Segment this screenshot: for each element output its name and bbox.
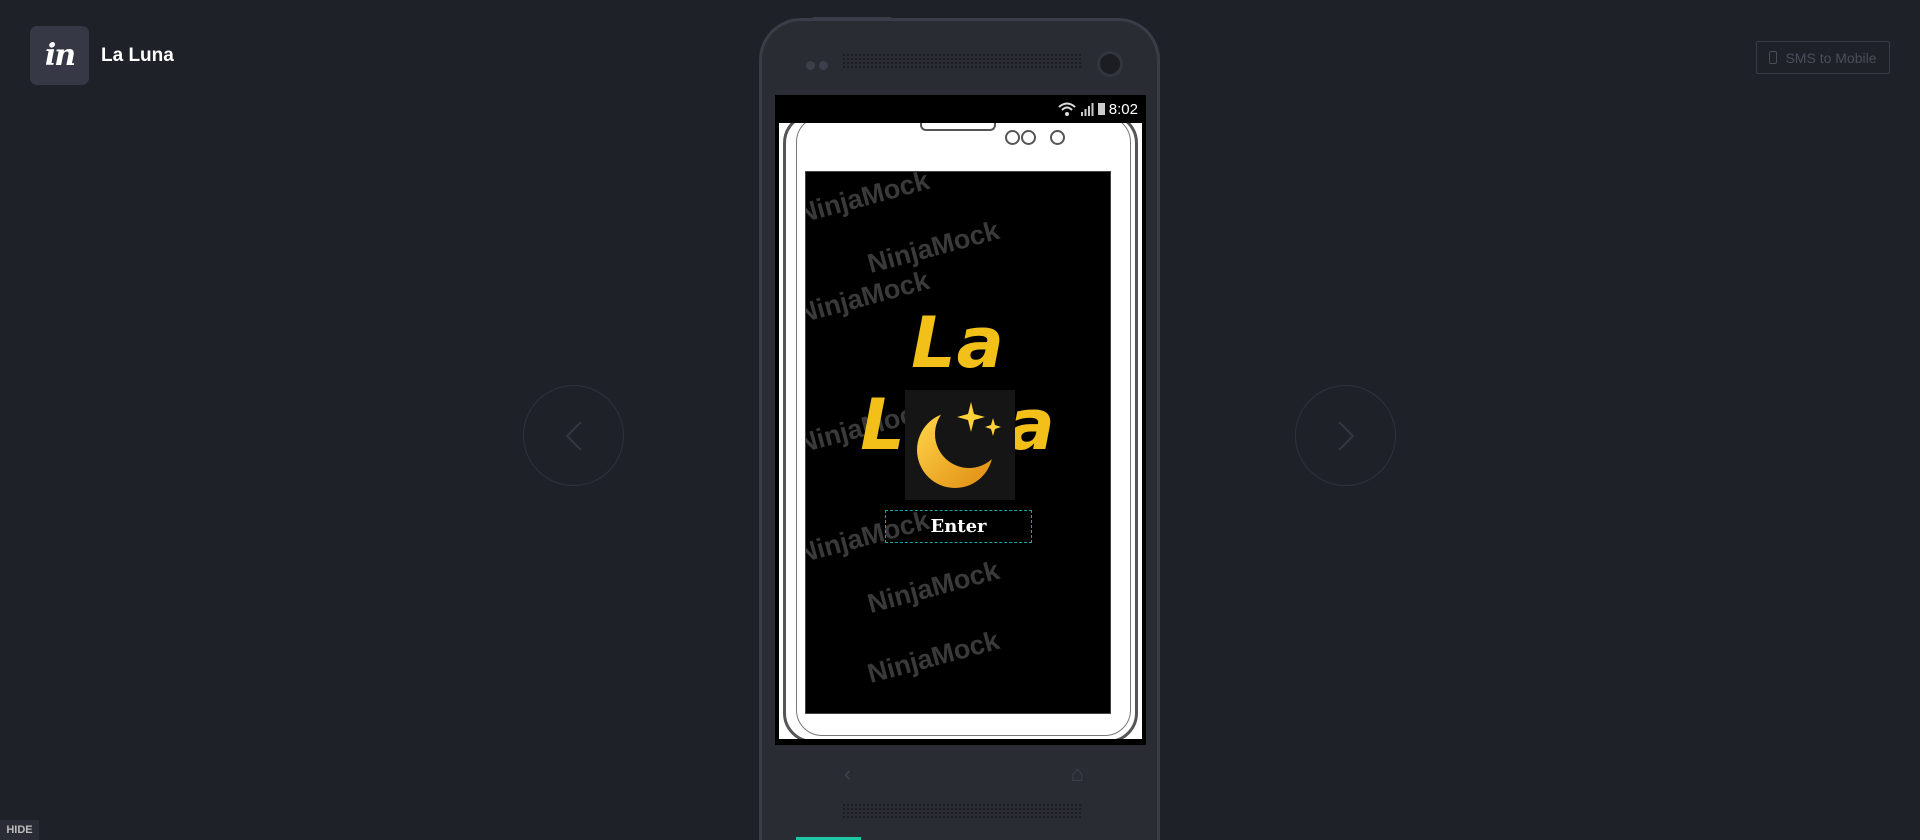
enter-button[interactable]: Enter	[885, 510, 1032, 543]
chevron-right-icon	[1337, 420, 1354, 451]
previous-screen-button[interactable]	[523, 385, 624, 486]
device-frame: 8:02 NinjaMock NinjaMock NinjaMock Ninja…	[759, 17, 1160, 840]
home-key-icon[interactable]: ⌂	[1071, 761, 1084, 787]
moon-icon	[905, 390, 1015, 500]
device-screen: 8:02 NinjaMock NinjaMock NinjaMock Ninja…	[775, 95, 1146, 745]
mockup-sensor-icon	[1021, 130, 1036, 145]
wifi-icon	[1058, 102, 1076, 116]
next-screen-button[interactable]	[1295, 385, 1396, 486]
mockup-camera-icon	[1050, 130, 1065, 145]
device-sensors	[806, 61, 828, 70]
top-speaker	[842, 53, 1082, 69]
status-time: 8:02	[1108, 100, 1138, 118]
sms-to-mobile-button[interactable]: SMS to Mobile	[1756, 41, 1890, 74]
watermark: NinjaMock	[864, 215, 1003, 279]
mockup-screen: NinjaMock NinjaMock NinjaMock NinjaMock …	[805, 171, 1111, 714]
phone-icon	[1769, 51, 1778, 64]
battery-icon	[1097, 103, 1105, 115]
hide-button[interactable]: HIDE	[0, 820, 39, 840]
soft-keys: ‹ ⌂	[844, 761, 1084, 787]
sms-button-label: SMS to Mobile	[1785, 49, 1877, 66]
status-bar: 8:02	[775, 95, 1146, 123]
prototype-screen: NinjaMock NinjaMock NinjaMock NinjaMock …	[779, 123, 1142, 739]
header: in La Luna	[30, 26, 174, 85]
watermark: NinjaMock	[864, 555, 1003, 619]
signal-icon	[1080, 103, 1094, 116]
device-power-button	[812, 17, 892, 21]
bottom-speaker	[842, 803, 1082, 819]
mockup-sensor-icon	[1005, 130, 1020, 145]
chevron-left-icon	[565, 420, 582, 451]
watermark: NinjaMock	[864, 625, 1003, 689]
back-key-icon[interactable]: ‹	[844, 761, 851, 787]
project-title: La Luna	[101, 44, 174, 66]
front-camera	[1097, 51, 1123, 77]
watermark: NinjaMock	[805, 171, 933, 229]
mockup-earpiece	[920, 123, 996, 131]
invision-logo[interactable]: in	[30, 26, 89, 85]
